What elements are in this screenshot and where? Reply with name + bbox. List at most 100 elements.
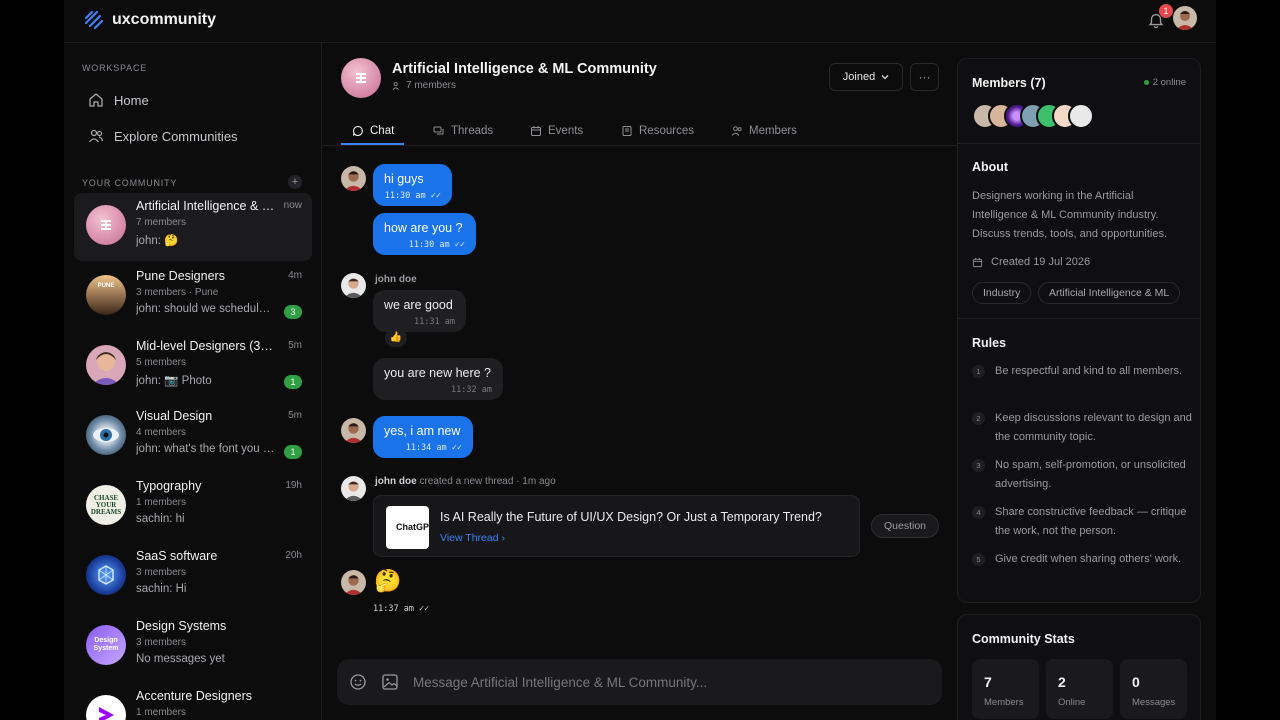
community-name: Typography xyxy=(136,479,202,493)
chat-area: Artificial Intelligence & ML Community 7… xyxy=(322,43,957,720)
thread-card[interactable]: ChatGPT Is AI Really the Future of UI/UX… xyxy=(373,495,860,557)
community-last-message: sachin: Hi xyxy=(136,583,187,595)
community-members: 3 members xyxy=(136,637,187,648)
reaction-badge[interactable]: 👍 xyxy=(385,329,407,347)
community-item[interactable]: SaaS software 20h 3 members sachin: Hi xyxy=(74,543,312,611)
community-members: 5 members xyxy=(136,357,187,368)
community-time: 20h xyxy=(285,550,302,561)
community-item[interactable]: Mid-level Designers (3-5 yrs) 5m 5 membe… xyxy=(74,333,312,401)
tab-chat[interactable]: Chat xyxy=(352,117,394,145)
tag-chip[interactable]: Industry xyxy=(972,282,1032,304)
avatar-text: PUNE xyxy=(97,283,115,289)
stat-value: 7 xyxy=(984,674,992,690)
avatar[interactable] xyxy=(341,418,366,443)
your-community-label: YOUR COMMUNITY xyxy=(82,178,178,188)
user-avatar[interactable] xyxy=(1173,6,1197,30)
avatar[interactable] xyxy=(341,166,366,191)
community-avatar xyxy=(86,695,126,720)
emoji-message[interactable]: 🤔 xyxy=(374,568,401,594)
chevron-down-icon xyxy=(881,75,889,80)
view-thread-link[interactable]: View Thread › xyxy=(440,532,505,544)
message-bubble[interactable]: we are good 11:31 am xyxy=(373,290,466,332)
community-item[interactable]: Design System Design Systems 3 members N… xyxy=(74,613,312,681)
sidebar-item-explore[interactable]: Explore Communities xyxy=(88,128,238,144)
rule-number: 4 xyxy=(972,506,985,519)
community-avatar xyxy=(86,205,126,245)
community-last-message: john: should we schedule a meetup? xyxy=(136,303,276,315)
members-title: Members (7) xyxy=(972,76,1046,90)
message-bubble[interactable]: hi guys 11:30 am ✓✓ xyxy=(373,164,452,206)
logo[interactable]: uxcommunity xyxy=(84,10,216,30)
community-item[interactable]: PUNE Pune Designers 4m 3 members · Pune … xyxy=(74,263,312,331)
message-bubble[interactable]: yes, i am new 11:34 am ✓✓ xyxy=(373,416,473,458)
stat-label: Members xyxy=(984,697,1024,708)
calendar-icon xyxy=(972,257,983,267)
tab-resources[interactable]: Resources xyxy=(621,117,694,145)
sidebar-item-home[interactable]: Home xyxy=(88,92,149,108)
tab-label: Events xyxy=(548,125,584,137)
tab-threads[interactable]: Threads xyxy=(433,117,493,145)
avatar[interactable] xyxy=(341,570,366,595)
channel-header: Artificial Intelligence & ML Community 7… xyxy=(322,43,957,146)
community-members: 7 members xyxy=(136,217,187,228)
created-label: Created 19 Jul 2026 xyxy=(991,256,1091,268)
thread-thumbnail: ChatGPT xyxy=(386,506,429,549)
tab-events[interactable]: Events xyxy=(530,117,583,145)
question-tag[interactable]: Question xyxy=(871,514,939,538)
community-members: 4 members xyxy=(136,427,187,438)
message-input[interactable] xyxy=(413,671,913,693)
stat-label: Messages xyxy=(1132,697,1176,708)
layers-icon xyxy=(101,220,111,230)
message-author[interactable]: john doe xyxy=(375,274,417,285)
community-item[interactable]: Artificial Intelligence & ML Community n… xyxy=(74,193,312,261)
more-options-button[interactable]: ··· xyxy=(910,63,939,91)
message-time: 11:30 am ✓✓ xyxy=(384,191,441,201)
community-avatar: CHASE YOUR DREAMS xyxy=(86,485,126,525)
message-time: 11:32 am xyxy=(451,385,492,395)
unread-badge: 1 xyxy=(284,375,302,389)
community-item[interactable]: Accenture Designers 1 members xyxy=(74,683,312,720)
message-bubble[interactable]: you are new here ? 11:32 am xyxy=(373,358,503,400)
message-composer xyxy=(337,659,942,705)
add-community-button[interactable]: + xyxy=(288,175,302,189)
tab-label: Members xyxy=(749,125,797,137)
avatar[interactable] xyxy=(341,476,366,501)
community-time: now xyxy=(283,200,302,211)
tab-members[interactable]: Members xyxy=(731,117,797,145)
community-last-message: sachin: hi xyxy=(136,513,185,525)
thread-author[interactable]: john doe xyxy=(375,476,417,487)
stat-value: 2 xyxy=(1058,674,1066,690)
stat-label: Online xyxy=(1058,697,1086,708)
community-item[interactable]: CHASE YOUR DREAMS Typography 19h 1 membe… xyxy=(74,473,312,541)
community-item[interactable]: Visual Design 5m 4 members john: what's … xyxy=(74,403,312,471)
stats-title: Community Stats xyxy=(972,632,1075,646)
community-last-message: john: what's the font you used? xyxy=(136,443,276,455)
sidebar: WORKSPACE Home Explore Communities YOUR … xyxy=(64,43,322,720)
tag-chip[interactable]: Artificial Intelligence & ML xyxy=(1038,282,1181,304)
avatar[interactable] xyxy=(1068,103,1094,129)
divider xyxy=(958,143,1200,144)
online-label: 2 online xyxy=(1152,77,1186,88)
message-time: 11:34 am ✓✓ xyxy=(405,443,462,453)
community-members: 1 members xyxy=(136,497,187,508)
logo-icon xyxy=(84,10,104,30)
community-name: Accenture Designers xyxy=(136,689,253,703)
emoji-icon[interactable] xyxy=(349,673,367,691)
stat-messages: 0 Messages xyxy=(1120,659,1187,719)
joined-button[interactable]: Joined xyxy=(829,63,903,91)
avatar[interactable] xyxy=(341,273,366,298)
app-name: uxcommunity xyxy=(112,11,217,28)
rule-text: No spam, self-promotion, or unsolicited … xyxy=(995,459,1186,490)
community-avatar xyxy=(86,415,126,455)
image-icon[interactable] xyxy=(381,673,399,691)
message-bubble[interactable]: how are you ? 11:30 am ✓✓ xyxy=(373,213,476,255)
community-name: Artificial Intelligence & ML Community xyxy=(136,199,276,213)
stat-members: 7 Members xyxy=(972,659,1039,719)
about-text: Designers working in the Artificial Inte… xyxy=(972,190,1168,240)
book-icon xyxy=(622,126,632,136)
channel-avatar xyxy=(341,58,381,98)
thread-title[interactable]: Is AI Really the Future of UI/UX Design?… xyxy=(440,510,822,524)
app-window: uxcommunity 1 WORKSPACE Home Explore Com… xyxy=(64,0,1216,720)
message-time: 11:30 am ✓✓ xyxy=(408,240,465,250)
active-tab-indicator xyxy=(341,143,404,145)
